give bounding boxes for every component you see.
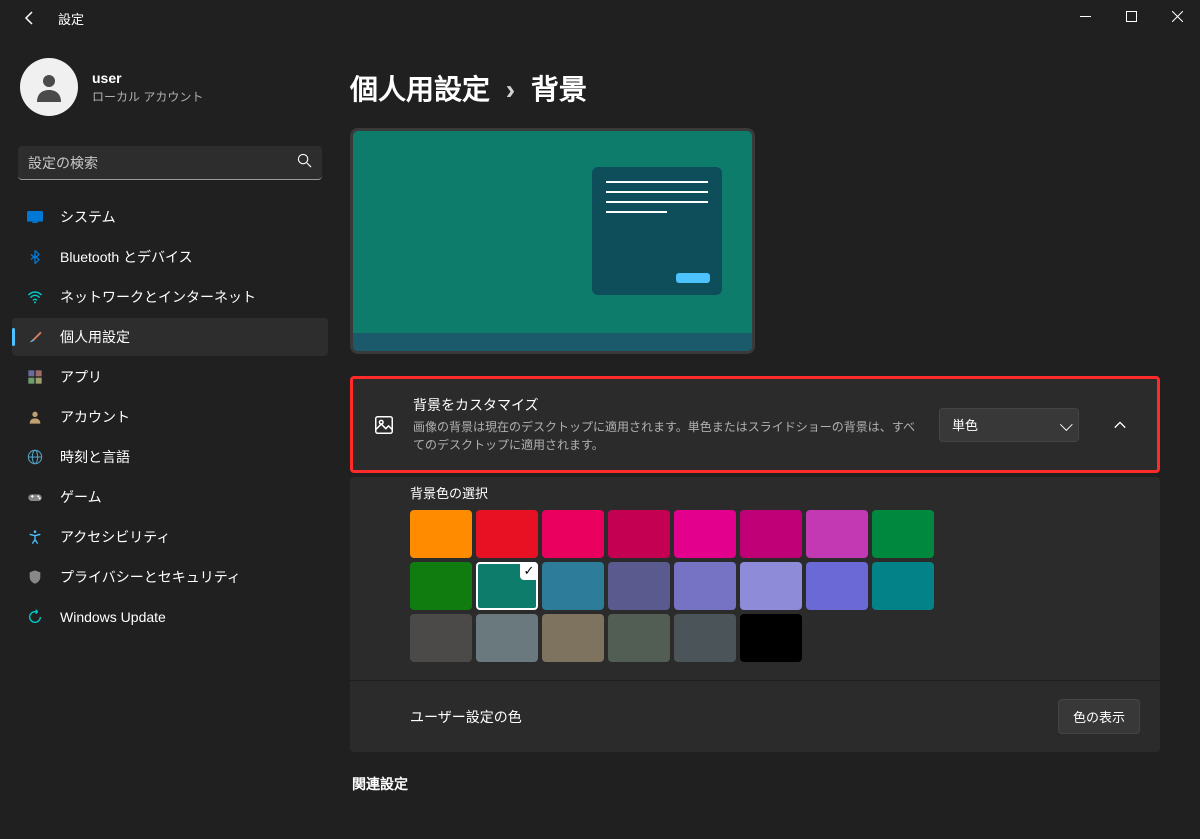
color-swatches-grid: [410, 510, 1140, 662]
color-swatch[interactable]: [674, 562, 736, 610]
custom-color-label: ユーザー設定の色: [410, 707, 522, 727]
color-swatch[interactable]: [608, 562, 670, 610]
maximize-button[interactable]: [1108, 0, 1154, 32]
color-swatch[interactable]: [476, 614, 538, 662]
profile-account-type: ローカル アカウント: [92, 88, 203, 105]
collapse-button[interactable]: [1103, 408, 1137, 442]
color-swatch[interactable]: [410, 510, 472, 558]
desktop-preview: [350, 128, 755, 354]
nav-item-globe[interactable]: 時刻と言語: [12, 438, 328, 476]
nav-label: 時刻と言語: [60, 447, 130, 467]
color-swatch[interactable]: [542, 510, 604, 558]
nav-label: Bluetooth とデバイス: [60, 247, 193, 267]
search-box[interactable]: [18, 146, 322, 180]
color-swatch[interactable]: [542, 562, 604, 610]
color-swatch[interactable]: [476, 510, 538, 558]
nav-item-display[interactable]: システム: [12, 198, 328, 236]
close-button[interactable]: [1154, 0, 1200, 32]
nav-item-game[interactable]: ゲーム: [12, 478, 328, 516]
customize-title: 背景をカスタマイズ: [413, 395, 921, 415]
color-swatch[interactable]: [608, 510, 670, 558]
nav-label: ネットワークとインターネット: [60, 287, 256, 307]
color-swatch[interactable]: [410, 614, 472, 662]
nav-list: システム Bluetooth とデバイスネットワークとインターネット個人用設定アプ…: [8, 198, 332, 636]
display-icon: [26, 208, 44, 226]
color-swatch[interactable]: [806, 562, 868, 610]
nav-item-brush[interactable]: 個人用設定: [12, 318, 328, 356]
show-color-button[interactable]: 色の表示: [1058, 699, 1140, 734]
nav-item-accessibility[interactable]: アクセシビリティ: [12, 518, 328, 556]
related-settings-title: 関連設定: [352, 774, 1160, 794]
profile-block[interactable]: user ローカル アカウント: [8, 36, 332, 146]
nav-label: プライバシーとセキュリティ: [60, 567, 241, 587]
breadcrumb: 個人用設定 › 背景: [350, 36, 1160, 128]
minimize-button[interactable]: [1062, 0, 1108, 32]
nav-label: アプリ: [60, 367, 102, 387]
color-swatch[interactable]: [740, 510, 802, 558]
globe-icon: [26, 448, 44, 466]
main-content: 個人用設定 › 背景 背景をカスタマイズ 画像の背景は現在のデスクトップに適用さ…: [340, 36, 1200, 839]
nav-label: ゲーム: [60, 487, 102, 507]
color-swatch[interactable]: [410, 562, 472, 610]
breadcrumb-current: 背景: [531, 74, 587, 105]
nav-label: Windows Update: [60, 609, 166, 625]
sidebar: user ローカル アカウント システム Bluetooth とデバイスネットワー…: [0, 36, 340, 839]
breadcrumb-separator: ›: [506, 74, 515, 105]
color-swatch[interactable]: [674, 614, 736, 662]
nav-item-shield[interactable]: プライバシーとセキュリティ: [12, 558, 328, 596]
nav-label: アカウント: [60, 407, 130, 427]
search-input[interactable]: [28, 155, 297, 171]
person-icon: [26, 408, 44, 426]
accessibility-icon: [26, 528, 44, 546]
app-title: 設定: [58, 9, 84, 28]
shield-icon: [26, 568, 44, 586]
customize-background-card: 背景をカスタマイズ 画像の背景は現在のデスクトップに適用されます。単色またはスラ…: [350, 376, 1160, 473]
color-swatch[interactable]: [476, 562, 538, 610]
wifi-icon: [26, 288, 44, 306]
color-swatch[interactable]: [872, 510, 934, 558]
nav-label: システム: [60, 207, 116, 227]
color-picker-card: 背景色の選択 ユーザー設定の色 色の表示: [350, 477, 1160, 752]
nav-label: 個人用設定: [60, 327, 130, 347]
nav-item-person[interactable]: アカウント: [12, 398, 328, 436]
color-swatch[interactable]: [740, 562, 802, 610]
apps-icon: [26, 368, 44, 386]
game-icon: [26, 488, 44, 506]
color-swatch[interactable]: [608, 614, 670, 662]
profile-username: user: [92, 70, 203, 86]
back-button[interactable]: [20, 8, 40, 28]
nav-item-update[interactable]: Windows Update: [12, 598, 328, 636]
brush-icon: [26, 328, 44, 346]
nav-item-bluetooth[interactable]: Bluetooth とデバイス: [12, 238, 328, 276]
avatar: [20, 58, 78, 116]
search-icon: [297, 153, 312, 173]
color-swatch[interactable]: [872, 562, 934, 610]
color-swatch[interactable]: [740, 614, 802, 662]
color-picker-label: 背景色の選択: [410, 483, 1140, 502]
color-swatch[interactable]: [542, 614, 604, 662]
nav-item-apps[interactable]: アプリ: [12, 358, 328, 396]
background-type-dropdown[interactable]: 単色: [939, 408, 1079, 442]
breadcrumb-parent[interactable]: 個人用設定: [350, 74, 490, 105]
color-swatch[interactable]: [674, 510, 736, 558]
color-swatch[interactable]: [806, 510, 868, 558]
nav-item-wifi[interactable]: ネットワークとインターネット: [12, 278, 328, 316]
update-icon: [26, 608, 44, 626]
customize-desc: 画像の背景は現在のデスクトップに適用されます。単色またはスライドショーの背景は、…: [413, 418, 921, 454]
nav-label: アクセシビリティ: [60, 527, 170, 547]
image-icon: [373, 414, 395, 436]
bluetooth-icon: [26, 248, 44, 266]
